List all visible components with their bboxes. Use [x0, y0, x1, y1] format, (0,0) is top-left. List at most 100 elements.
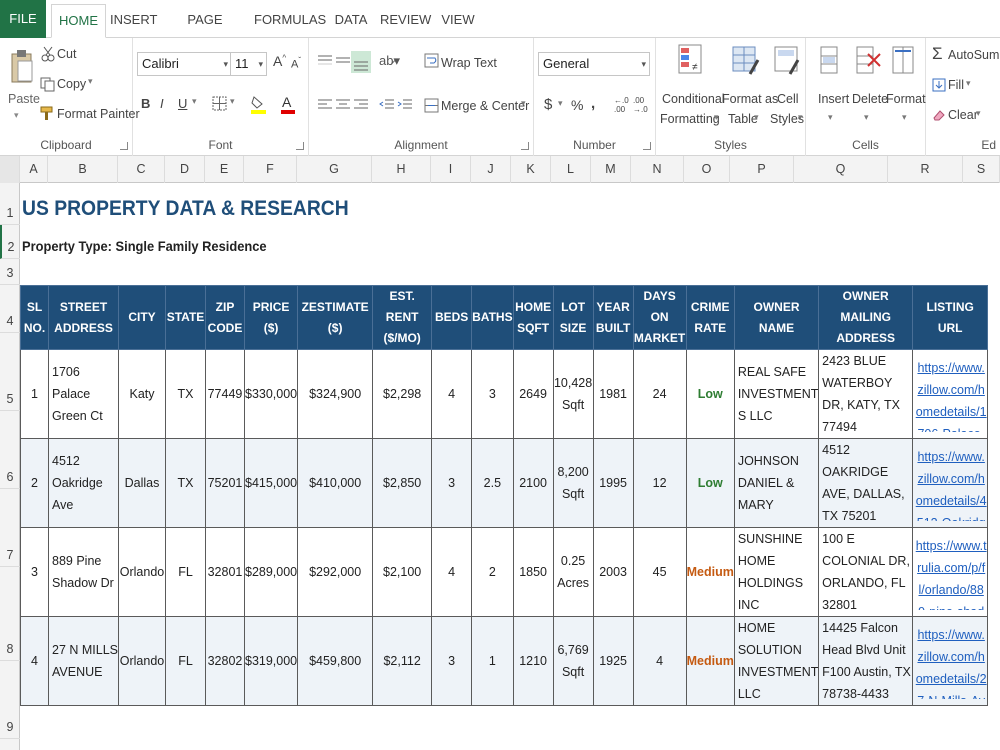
tab-home[interactable]: HOME — [51, 4, 106, 38]
tab-view[interactable]: VIEW — [438, 4, 478, 38]
select-all-corner[interactable] — [0, 156, 20, 183]
header-cell[interactable]: LISTING URL — [912, 285, 989, 350]
tab-formulas[interactable]: FORMULAS — [254, 4, 326, 38]
fill-color-icon[interactable] — [250, 94, 268, 117]
decrease-indent-icon[interactable] — [379, 98, 395, 115]
column-header[interactable]: B — [48, 156, 118, 183]
table-cell[interactable]: Katy — [118, 349, 166, 439]
table-cell[interactable]: Orlando — [118, 527, 166, 617]
clear-dropdown-icon[interactable]: ▾ — [976, 108, 981, 119]
cell-styles-dropdown-icon[interactable]: ▾ — [798, 112, 803, 123]
column-header[interactable]: J — [471, 156, 511, 183]
row-header[interactable]: 6 — [0, 411, 20, 489]
column-header[interactable]: K — [511, 156, 551, 183]
table-cell[interactable]: $459,800 — [297, 616, 374, 706]
table-cell[interactable]: JOHNSON DANIEL & MARY — [733, 438, 820, 528]
table-cell[interactable]: SUNSHINE HOME HOLDINGS INC — [733, 527, 820, 617]
table-cell[interactable]: 4512 OAKRIDGE AVE, DALLAS, TX 75201 — [818, 438, 914, 528]
table-cell[interactable]: 4 — [431, 527, 473, 617]
conditional-formatting-icon[interactable]: ≠ — [678, 44, 704, 79]
currency-button[interactable]: $ — [544, 96, 552, 113]
comma-button[interactable]: , — [591, 95, 595, 112]
table-cell[interactable]: 2.5 — [471, 438, 514, 528]
table-cell[interactable]: Dallas — [118, 438, 166, 528]
alignment-launcher-icon[interactable] — [521, 142, 529, 150]
fill-dropdown-icon[interactable]: ▾ — [966, 78, 971, 89]
clear-icon[interactable] — [932, 108, 946, 125]
tab-data[interactable]: DATA — [332, 4, 370, 38]
align-right-icon[interactable] — [353, 98, 369, 115]
table-cell[interactable]: $410,000 — [297, 438, 374, 528]
middle-align-icon[interactable] — [335, 54, 351, 71]
table-cell[interactable]: 45 — [632, 527, 687, 617]
table-cell[interactable]: 24 — [632, 349, 687, 439]
conditional-formatting-label-2[interactable]: Formatting — [660, 112, 720, 126]
merge-center-icon[interactable] — [424, 98, 440, 117]
merge-center-button[interactable]: Merge & Center — [441, 99, 529, 113]
format-painter-button[interactable]: Format Painter — [57, 107, 140, 121]
tab-page-layout[interactable]: PAGE LAYOUT — [166, 4, 244, 59]
orientation-icon[interactable]: ab̷▾ — [379, 53, 400, 69]
table-cell[interactable]: 14425 Falcon Head Blvd Unit F100 Austin,… — [818, 616, 914, 706]
font-color-icon[interactable]: A — [280, 94, 296, 117]
header-cell[interactable]: STATE — [165, 285, 206, 350]
table-cell[interactable]: 77449 — [205, 349, 245, 439]
column-header[interactable]: O — [684, 156, 730, 183]
underline-dropdown-icon[interactable]: ▾ — [192, 96, 197, 107]
clear-button[interactable]: Clear — [948, 108, 978, 122]
column-header[interactable]: P — [730, 156, 794, 183]
header-cell[interactable]: SL NO. — [20, 285, 49, 350]
header-cell[interactable]: BATHS — [471, 285, 514, 350]
table-cell[interactable]: 4 — [431, 349, 473, 439]
format-cells-button[interactable]: Format — [886, 92, 926, 106]
table-cell[interactable]: $2,850 — [372, 438, 433, 528]
increase-decimal-icon[interactable]: ←.0.00 — [614, 96, 629, 114]
column-header[interactable]: M — [591, 156, 631, 183]
insert-cells-button[interactable]: Insert — [818, 92, 849, 106]
table-cell[interactable]: $324,900 — [297, 349, 374, 439]
table-cell[interactable]: $289,000 — [243, 527, 299, 617]
table-cell[interactable]: TX — [165, 349, 206, 439]
table-cell[interactable]: TX — [165, 438, 206, 528]
borders-dropdown-icon[interactable]: ▾ — [230, 96, 235, 107]
table-cell[interactable]: Orlando — [118, 616, 166, 706]
copy-button[interactable]: Copy — [57, 77, 86, 91]
grow-font-icon[interactable]: A^ — [273, 53, 286, 69]
table-cell[interactable]: 100 E COLONIAL DR, ORLANDO, FL 32801 — [818, 527, 914, 617]
paste-button-label[interactable]: Paste — [8, 92, 40, 106]
tab-insert[interactable]: INSERT — [110, 4, 157, 38]
column-header[interactable]: G — [297, 156, 372, 183]
table-cell[interactable]: 1210 — [512, 616, 554, 706]
table-cell[interactable]: 1981 — [592, 349, 634, 439]
delete-cells-button[interactable]: Delete — [852, 92, 888, 106]
table-cell[interactable]: 4512 Oakridge Ave — [48, 438, 119, 528]
align-left-icon[interactable] — [317, 98, 333, 115]
top-align-icon[interactable] — [317, 54, 333, 71]
fill-button[interactable]: Fill — [948, 78, 964, 92]
table-cell[interactable]: 1706 Palace Green Ct — [48, 349, 119, 439]
format-as-table-label[interactable]: Format as — [722, 92, 778, 106]
format-dropdown-icon[interactable]: ▾ — [902, 112, 907, 123]
table-cell[interactable]: https://www.zillow.com/homedetails/4512-… — [912, 438, 989, 528]
table-cell[interactable]: 8,200 Sqft — [552, 438, 594, 528]
cut-button[interactable]: Cut — [57, 47, 76, 61]
table-cell[interactable]: $415,000 — [243, 438, 299, 528]
header-cell[interactable]: ZIP CODE — [205, 285, 245, 350]
header-cell[interactable]: YEAR BUILT — [592, 285, 634, 350]
tab-file[interactable]: FILE — [0, 0, 46, 38]
column-header[interactable]: N — [631, 156, 684, 183]
column-header[interactable]: D — [165, 156, 205, 183]
row-header[interactable]: 2 — [0, 225, 20, 259]
table-cell[interactable]: HOME SOLUTION INVESTMENT LLC — [733, 616, 820, 706]
row-header[interactable]: 4 — [0, 285, 20, 333]
paste-icon[interactable] — [9, 48, 35, 89]
table-cell[interactable]: 2423 BLUE WATERBOY DR, KATY, TX 77494 — [818, 349, 914, 439]
table-cell[interactable]: 3 — [431, 438, 473, 528]
table-cell[interactable]: $319,000 — [243, 616, 299, 706]
table-cell[interactable]: 27 N MILLS AVENUE — [48, 616, 119, 706]
autosum-button[interactable]: AutoSum — [948, 48, 999, 62]
table-cell[interactable]: FL — [165, 527, 206, 617]
italic-button[interactable]: I — [160, 96, 164, 111]
format-as-table-icon[interactable] — [732, 46, 760, 79]
insert-cells-icon[interactable] — [820, 46, 842, 79]
